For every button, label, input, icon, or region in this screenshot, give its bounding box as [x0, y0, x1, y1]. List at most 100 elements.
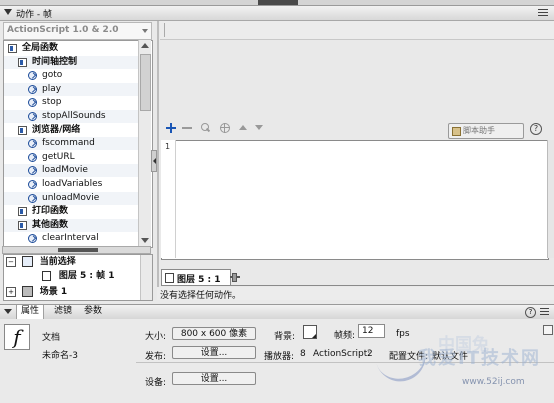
- status-text: 没有选择任何动作。: [160, 291, 242, 301]
- find-icon[interactable]: [200, 123, 211, 133]
- publish-label: 发布:: [145, 352, 167, 362]
- script-icon: [21, 256, 33, 267]
- player-label: 播放器:: [264, 352, 295, 362]
- tree-scrollbar[interactable]: [140, 255, 152, 300]
- background-color-swatch[interactable]: [303, 325, 317, 339]
- actionscript-version-value: ActionScript 1.0 & 2.0: [7, 25, 119, 35]
- tree-item-scene[interactable]: + 场景 1: [6, 286, 67, 299]
- size-label: 大小:: [145, 332, 167, 342]
- toolbox-item-label: loadVariables: [42, 179, 103, 189]
- toolbox-item[interactable]: 全局函数: [4, 42, 140, 55]
- editor-scrollbar[interactable]: [547, 140, 554, 258]
- tab-filters[interactable]: 滤镜: [50, 305, 76, 319]
- toolbox-item-label: play: [42, 83, 62, 94]
- scroll-down-icon[interactable]: [141, 238, 149, 243]
- toolbox-item-label: stop: [42, 97, 62, 108]
- panel-options-icon[interactable]: [540, 308, 549, 316]
- actions-panel-titlebar[interactable]: 动作 - 帧: [0, 6, 554, 21]
- toolbox-item[interactable]: fscommand: [4, 137, 140, 151]
- toolbox-splitter[interactable]: [2, 246, 151, 254]
- pin-script-icon[interactable]: [230, 272, 242, 282]
- toolbox-scrollbar[interactable]: [138, 40, 151, 246]
- tree-item-layer-frame[interactable]: 图层 5 : 帧 1: [42, 270, 115, 283]
- action-icon: [28, 112, 37, 121]
- toolbox-item[interactable]: 打印函数: [4, 205, 140, 218]
- book-icon: [18, 207, 27, 217]
- help-icon[interactable]: ?: [530, 123, 542, 135]
- toolbox-item-label: 浏览器/网络: [32, 124, 81, 135]
- toolbox-item[interactable]: stop: [4, 96, 140, 109]
- toolbox-item-label: fscommand: [42, 138, 95, 149]
- flash-document-icon: f: [4, 324, 30, 350]
- actions-toolbox[interactable]: 全局函数 时间轴控制 goto play stop stopAllSounds 浏览器/网络…: [3, 40, 153, 248]
- toolbox-item-label: getURL: [42, 151, 75, 162]
- move-up-icon[interactable]: [238, 123, 248, 133]
- watermark: 中国兔 我爱IT技术网 www.52ij.com: [372, 330, 554, 403]
- toolbox-item[interactable]: stopAllSounds: [4, 110, 140, 123]
- tab-layer-frame-label: 图层 5 : 1: [177, 275, 221, 285]
- divider: [164, 23, 165, 37]
- toolbox-item[interactable]: 其他函数: [4, 218, 140, 232]
- tab-layer-frame[interactable]: 图层 5 : 1: [161, 269, 231, 286]
- device-label: 设备:: [145, 378, 167, 388]
- tree-label-layer-frame: 图层 5 : 帧 1: [58, 271, 115, 281]
- toolbox-item[interactable]: unloadMovie: [4, 191, 140, 205]
- size-button[interactable]: 800 x 600 像素: [172, 327, 256, 340]
- toolbox-item-label: unloadMovie: [42, 192, 100, 203]
- toolbox-item-label: 其他函数: [32, 219, 69, 230]
- collapse-box-icon[interactable]: −: [6, 256, 16, 267]
- collapse-triangle-icon[interactable]: [4, 309, 12, 314]
- toolbox-item[interactable]: goto: [4, 69, 140, 82]
- script-helper-button[interactable]: 脚本助手: [448, 123, 524, 139]
- collapse-toolbox-handle[interactable]: [151, 150, 157, 172]
- script-helper-label: 脚本助手: [463, 126, 495, 135]
- toolbox-item[interactable]: loadMovie: [4, 164, 140, 178]
- device-settings-button[interactable]: 设置...: [172, 372, 256, 385]
- scene-icon: [21, 286, 33, 297]
- add-action-icon[interactable]: [166, 123, 176, 133]
- toolbox-item[interactable]: getURL: [4, 151, 140, 164]
- frame-icon: [165, 273, 174, 283]
- action-icon: [28, 152, 37, 162]
- book-icon: [8, 44, 17, 53]
- pane-divider[interactable]: [157, 21, 159, 300]
- tab-parameters[interactable]: 参数: [80, 305, 106, 319]
- action-icon: [28, 139, 37, 149]
- move-down-icon[interactable]: [254, 123, 264, 133]
- script-navigator-tree[interactable]: − 当前选择 图层 5 : 帧 1 + 场景 1: [3, 254, 153, 301]
- toolbox-item-label: 打印函数: [32, 206, 69, 217]
- toolbox-item[interactable]: clearInterval: [4, 232, 140, 245]
- splitter-grip[interactable]: [58, 248, 98, 252]
- tab-properties[interactable]: 属性: [16, 305, 45, 319]
- watermark-url: www.52ij.com: [462, 377, 525, 387]
- properties-panel-titlebar[interactable]: 属性 滤镜 参数 ?: [0, 304, 554, 320]
- action-icon: [28, 193, 37, 203]
- actionscript-version-select[interactable]: ActionScript 1.0 & 2.0: [3, 22, 152, 40]
- expand-box-icon[interactable]: +: [6, 286, 16, 297]
- toolbox-item[interactable]: loadVariables: [4, 178, 140, 191]
- panel-options-icon[interactable]: [538, 8, 548, 17]
- divider: [161, 285, 554, 286]
- publish-settings-button[interactable]: 设置...: [172, 346, 256, 359]
- help-icon[interactable]: ?: [525, 307, 536, 318]
- target-path-icon[interactable]: [220, 123, 230, 133]
- remove-action-icon[interactable]: [182, 123, 192, 133]
- toolbox-item-label: goto: [42, 70, 63, 81]
- doc-type-label: 文档: [42, 333, 61, 343]
- frame-icon: [42, 270, 51, 281]
- toolbox-item[interactable]: play: [4, 82, 140, 96]
- toolbox-item[interactable]: 时间轴控制: [4, 55, 140, 69]
- toolbox-item[interactable]: 浏览器/网络: [4, 124, 140, 137]
- collapse-triangle-icon[interactable]: [4, 9, 12, 15]
- actionscript-label: ActionScript:: [313, 349, 371, 359]
- top-collapse-handle[interactable]: [258, 0, 298, 5]
- tree-item-current-selection[interactable]: − 当前选择: [6, 256, 76, 269]
- book-icon: [18, 220, 27, 230]
- scroll-up-icon[interactable]: [141, 43, 149, 48]
- player-value: 8: [300, 349, 306, 359]
- action-icon: [28, 234, 37, 244]
- toolbox-item-label: clearInterval: [42, 233, 99, 244]
- fps-label: 帧频:: [334, 331, 356, 341]
- script-editor[interactable]: [161, 140, 549, 260]
- scroll-thumb[interactable]: [140, 54, 151, 111]
